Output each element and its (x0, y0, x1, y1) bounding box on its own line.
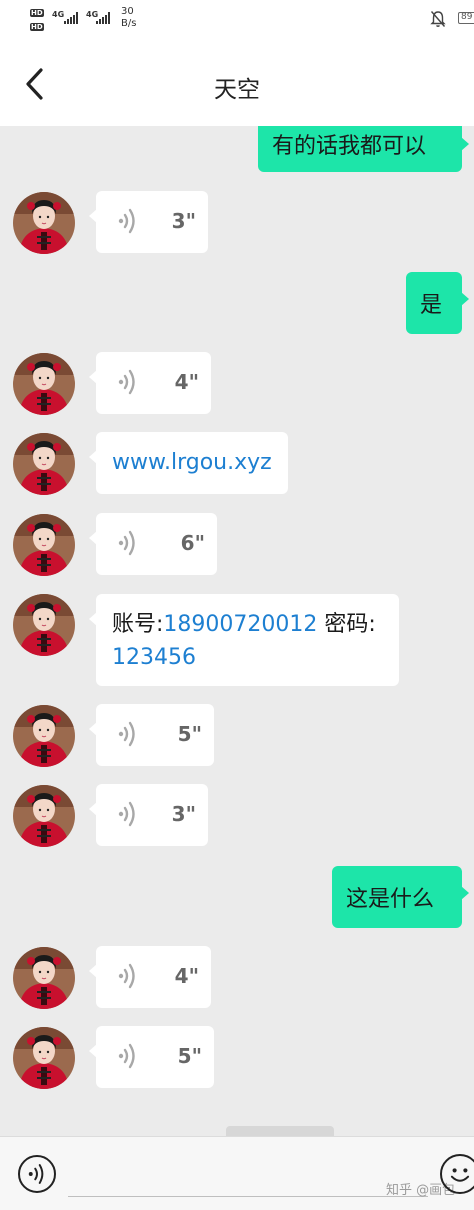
battery-level: 89 (461, 12, 473, 22)
hd-badge-2: HD (30, 23, 44, 31)
voice-duration: 5" (177, 1044, 202, 1068)
voice-duration: 4" (174, 370, 199, 394)
voice-message[interactable]: 3" (89, 784, 208, 846)
account-number[interactable]: 18900720012 (163, 612, 317, 637)
avatar[interactable] (13, 785, 75, 847)
password-label: 密码: (317, 612, 376, 637)
voice-duration: 4" (174, 964, 199, 988)
signal-icon-2 (96, 12, 110, 24)
input-bar: 知乎 @画包 (0, 1136, 474, 1210)
message-list[interactable]: 有的话我都可以 3" 是 4" www.lrgou.xyz 6" 账号:1890… (0, 126, 474, 1136)
battery-icon: 89 (458, 12, 474, 24)
avatar[interactable] (13, 947, 75, 1009)
voice-message[interactable]: 6" (89, 513, 217, 575)
mute-bell-icon (430, 11, 446, 27)
message-bubble-outgoing[interactable]: 是 (406, 272, 469, 334)
message-bubble-outgoing[interactable]: 有的话我都可以 (258, 126, 469, 172)
voice-message[interactable]: 4" (89, 352, 211, 414)
voice-wave-icon (118, 801, 135, 827)
network-type-1: 4G (52, 10, 65, 19)
voice-message[interactable]: 5" (89, 704, 214, 766)
avatar[interactable] (13, 594, 75, 656)
speed-unit: B/s (121, 18, 137, 29)
voice-duration: 5" (177, 722, 202, 746)
message-text: 这是什么 (346, 887, 435, 912)
avatar[interactable] (13, 1027, 75, 1089)
voice-input-toggle-icon[interactable] (18, 1155, 56, 1193)
status-bar: HD HD 4G 4G 30 B/s 89 (0, 0, 474, 42)
voice-wave-icon (118, 369, 135, 395)
voice-duration: 6" (180, 531, 205, 555)
speed-value: 30 (121, 6, 134, 17)
signal-icon-1 (64, 12, 78, 24)
voice-wave-icon (118, 1043, 135, 1069)
password-value[interactable]: 123456 (112, 645, 196, 670)
voice-wave-icon (118, 530, 135, 556)
message-bubble-incoming[interactable]: 账号:18900720012 密码: 123456 (89, 594, 399, 686)
voice-message[interactable]: 3" (89, 191, 208, 253)
avatar[interactable] (13, 433, 75, 495)
emoji-icon[interactable] (440, 1154, 474, 1194)
voice-wave-icon (118, 208, 135, 234)
voice-message[interactable]: 4" (89, 946, 211, 1008)
message-text: 有的话我都可以 (272, 134, 427, 159)
account-label: 账号: (112, 612, 164, 637)
message-text: 是 (420, 293, 443, 318)
message-bubble-outgoing[interactable]: 这是什么 (332, 866, 469, 928)
message-input[interactable] (68, 1151, 428, 1197)
voice-wave-icon (118, 963, 135, 989)
chat-screen: HD HD 4G 4G 30 B/s 89 天空 有的话我都可以 3" 是 4"… (0, 0, 474, 1210)
message-bubble-incoming[interactable]: www.lrgou.xyz (89, 432, 288, 494)
network-speed: 30 B/s (121, 6, 136, 30)
voice-duration: 3" (171, 209, 196, 233)
voice-duration: 3" (171, 802, 196, 826)
avatar[interactable] (13, 353, 75, 415)
avatar[interactable] (13, 514, 75, 576)
avatar[interactable] (13, 705, 75, 767)
voice-message[interactable]: 5" (89, 1026, 214, 1088)
voice-wave-icon (118, 721, 135, 747)
message-link[interactable]: www.lrgou.xyz (112, 450, 272, 475)
page-title: 天空 (214, 77, 260, 103)
nav-bar: 天空 (0, 42, 474, 126)
hd-badge-1: HD (30, 9, 44, 17)
avatar[interactable] (13, 192, 75, 254)
